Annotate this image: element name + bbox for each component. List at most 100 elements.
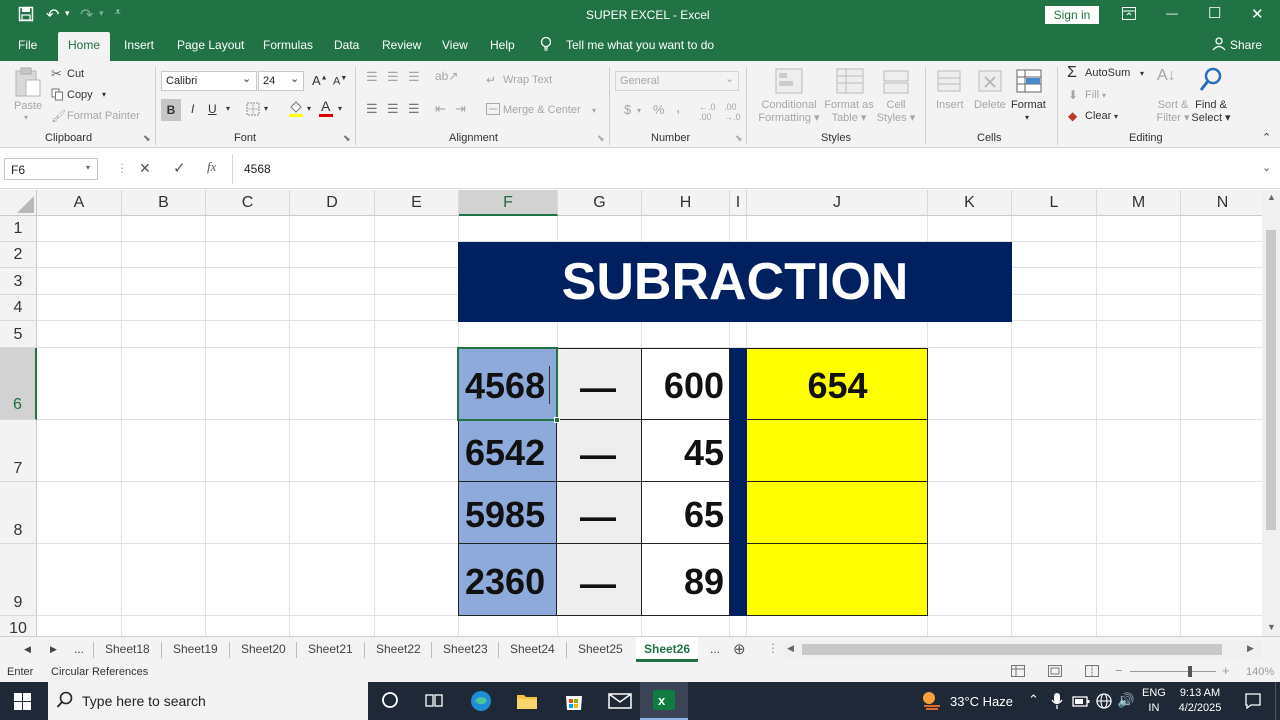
format-as-table-icon[interactable] — [835, 67, 865, 98]
zoom-slider[interactable] — [1130, 666, 1216, 677]
column-header-b[interactable]: B — [122, 190, 206, 216]
tab-help[interactable]: Help — [490, 38, 515, 52]
cell-h9[interactable]: 89 — [642, 564, 724, 600]
cell-f8[interactable]: 5985 — [465, 497, 545, 533]
zoom-in-button[interactable]: + — [1222, 663, 1230, 678]
autosum-button[interactable]: AutoSum — [1085, 67, 1130, 79]
sheet-tab-sheet24[interactable]: Sheet24 — [510, 642, 555, 656]
fill-button[interactable]: Fill — [1085, 89, 1099, 101]
font-launcher-icon[interactable]: ⬊ — [343, 133, 351, 144]
format-cells-button[interactable]: Format — [1011, 99, 1046, 111]
row-header-3[interactable]: 3 — [0, 268, 37, 295]
battery-icon[interactable] — [1072, 694, 1090, 711]
wrap-text-button[interactable]: Wrap Text — [503, 74, 552, 86]
tab-home[interactable]: Home — [58, 32, 111, 61]
tab-formulas[interactable]: Formulas — [263, 38, 313, 52]
vertical-scrollbar[interactable]: ▲ ▼ — [1262, 190, 1280, 636]
sign-in-button[interactable]: Sign in — [1045, 6, 1099, 24]
show-desktop-button[interactable] — [1275, 682, 1280, 720]
fill-color-dropdown-icon[interactable]: ▾ — [307, 104, 311, 113]
paste-dropdown-icon[interactable]: ▾ — [24, 113, 28, 122]
cut-icon[interactable]: ✂ — [51, 66, 62, 82]
insert-cells-button[interactable]: Insert — [936, 99, 964, 111]
font-color-icon[interactable]: A — [318, 98, 334, 121]
align-right-icon[interactable]: ☰ — [408, 101, 420, 117]
insert-function-button[interactable]: fx — [207, 159, 216, 175]
font-color-dropdown-icon[interactable]: ▾ — [338, 104, 342, 113]
horizontal-scrollbar[interactable]: ◀ ▶ — [784, 641, 1262, 658]
delete-cells-button[interactable]: Delete — [974, 99, 1006, 111]
close-button[interactable]: ✕ — [1251, 5, 1264, 23]
microphone-icon[interactable] — [1051, 692, 1063, 713]
bold-button[interactable]: B — [161, 99, 181, 121]
cell-g7[interactable]: — — [580, 437, 616, 473]
format-cells-dropdown-icon[interactable]: ▾ — [1025, 113, 1029, 122]
column-header-c[interactable]: C — [206, 190, 290, 216]
title-banner[interactable]: SUBRACTION — [458, 242, 1012, 322]
format-painter-button[interactable]: Format Painter — [67, 110, 140, 122]
column-header-f[interactable]: F — [459, 190, 558, 216]
autosum-icon[interactable]: Σ — [1067, 64, 1077, 82]
cell-styles-button[interactable]: Cell Styles ▾ — [876, 99, 916, 124]
cell-h8[interactable]: 65 — [642, 497, 724, 533]
minimize-button[interactable]: — — [1166, 6, 1178, 20]
cell-g9[interactable]: — — [580, 566, 616, 602]
sheet-tab-sheet19[interactable]: Sheet19 — [173, 642, 218, 656]
copy-button[interactable]: Copy — [67, 89, 93, 101]
cortana-icon[interactable] — [381, 691, 399, 712]
clear-icon[interactable]: ◆ — [1068, 109, 1077, 123]
row-header-4[interactable]: 4 — [0, 295, 37, 321]
language-indicator[interactable]: ENG IN — [1142, 686, 1166, 716]
font-name-dropdown-icon[interactable]: ⌄ — [242, 72, 251, 85]
copy-dropdown-icon[interactable]: ▾ — [102, 90, 106, 99]
page-layout-view-icon[interactable] — [1048, 665, 1062, 680]
find-select-icon[interactable] — [1198, 66, 1224, 97]
mail-icon[interactable] — [608, 693, 632, 712]
increase-indent-icon[interactable]: ⇥ — [455, 101, 466, 117]
tab-split-handle[interactable]: ⋮ — [767, 641, 779, 655]
sheet-tab-sheet21[interactable]: Sheet21 — [308, 642, 353, 656]
zoom-slider-thumb[interactable] — [1188, 666, 1192, 677]
sheet-tab-more-right[interactable]: ... — [710, 642, 720, 656]
conditional-formatting-icon[interactable] — [774, 67, 804, 98]
delete-cells-icon[interactable] — [977, 67, 1003, 98]
maximize-button[interactable]: ☐ — [1208, 4, 1221, 22]
merge-center-icon[interactable] — [486, 103, 500, 118]
insert-cells-icon[interactable] — [936, 67, 962, 98]
zoom-out-button[interactable]: − — [1115, 663, 1123, 678]
worksheet-grid[interactable]: A B C D E F G H I J K L M N 1 2 3 4 5 6 … — [0, 190, 1262, 636]
tab-review[interactable]: Review — [382, 38, 421, 52]
clipboard-launcher-icon[interactable]: ⬊ — [143, 133, 151, 144]
sort-filter-button[interactable]: Sort & Filter ▾ — [1154, 99, 1192, 124]
edge-browser-icon[interactable] — [470, 690, 492, 715]
cell-f9[interactable]: 2360 — [465, 564, 545, 600]
tab-page-layout[interactable]: Page Layout — [177, 38, 244, 52]
increase-font-icon[interactable]: A▲ — [312, 73, 328, 88]
fill-color-icon[interactable] — [288, 99, 304, 120]
cell-f7[interactable]: 6542 — [465, 435, 545, 471]
merge-dropdown-icon[interactable]: ▾ — [592, 106, 596, 115]
row-header-9[interactable]: 9 — [0, 544, 37, 616]
taskbar-search-box[interactable]: Type here to search — [48, 682, 368, 720]
format-painter-icon[interactable]: 🖌 — [51, 109, 66, 123]
normal-view-icon[interactable] — [1011, 665, 1025, 680]
column-header-k[interactable]: K — [928, 190, 1012, 216]
row-header-1[interactable]: 1 — [0, 216, 37, 242]
column-header-l[interactable]: L — [1012, 190, 1097, 216]
increase-decimal-icon[interactable]: ←.0.00 — [699, 102, 716, 122]
scroll-up-icon[interactable]: ▲ — [1267, 192, 1276, 202]
redo-icon[interactable]: ↷ — [80, 5, 93, 25]
redo-dropdown-icon[interactable]: ▾ — [99, 8, 104, 19]
underline-button[interactable]: U — [208, 102, 217, 116]
column-header-g[interactable]: G — [558, 190, 642, 216]
cell-h7[interactable]: 45 — [642, 435, 724, 471]
row-header-6[interactable]: 6 — [0, 348, 37, 420]
horizontal-scroll-thumb[interactable] — [802, 644, 1222, 655]
align-left-icon[interactable]: ☰ — [366, 101, 378, 117]
cell-j6[interactable]: 654 — [747, 368, 928, 404]
column-header-e[interactable]: E — [375, 190, 459, 216]
select-all-corner[interactable] — [0, 190, 37, 216]
clear-dropdown-icon[interactable]: ▾ — [1114, 112, 1118, 121]
page-break-view-icon[interactable] — [1085, 665, 1099, 680]
fill-icon[interactable]: ⬇ — [1068, 88, 1078, 102]
